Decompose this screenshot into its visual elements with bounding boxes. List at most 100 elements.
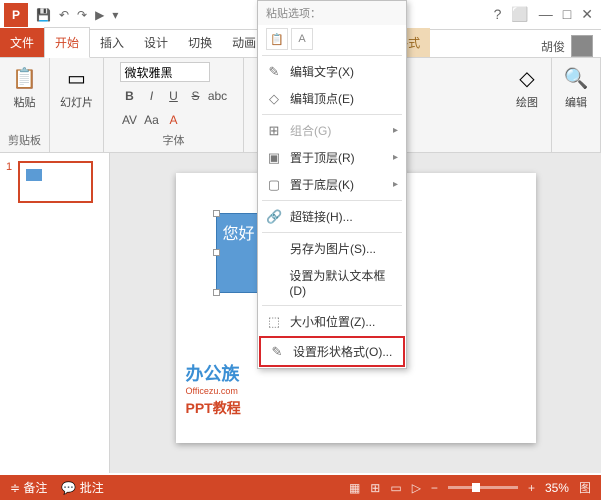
slideshow-icon[interactable]: ▶ xyxy=(95,8,104,22)
paste-button[interactable]: 📋 粘贴 xyxy=(9,62,41,112)
redo-icon[interactable]: ↷ xyxy=(77,8,87,22)
menu-group[interactable]: ⊞组合(G)▸ xyxy=(258,117,406,144)
zoom-in-button[interactable]: + xyxy=(528,481,535,495)
submenu-arrow-icon: ▸ xyxy=(393,152,398,163)
minimize-icon[interactable]: — xyxy=(539,6,553,23)
menu-size-position[interactable]: ⬚ 大小和位置(Z)... xyxy=(258,308,406,335)
display-options-icon[interactable]: ⬜ xyxy=(511,6,528,23)
menu-edit-points[interactable]: ◇ 编辑顶点(E) xyxy=(258,85,406,112)
tab-file[interactable]: 文件 xyxy=(0,28,44,57)
menu-label: 编辑顶点(E) xyxy=(290,90,354,107)
slide-number: 1 xyxy=(6,161,12,173)
slide-thumbnail[interactable]: 1 xyxy=(8,161,101,203)
submenu-arrow-icon: ▸ xyxy=(393,125,398,136)
group-slides: ▭ 幻灯片 xyxy=(50,58,104,152)
user-name: 胡俊 xyxy=(541,38,565,55)
draw-button[interactable]: ◇ 绘图 xyxy=(511,62,543,112)
reading-view-icon[interactable]: ▭ xyxy=(390,481,401,495)
user-area[interactable]: 胡俊 xyxy=(541,35,601,57)
group-font: 微软雅黑 B I U S abc AV Aa A 字体 xyxy=(104,58,244,152)
menu-bring-front[interactable]: ▣置于顶层(R)▸ xyxy=(258,144,406,171)
context-menu: 粘贴选项： 📋 A ✎编辑文字(X) ◇编辑顶点(E) ⊞组合(G)▸ ▣置于顶… xyxy=(257,0,407,369)
save-icon[interactable]: 💾 xyxy=(36,8,51,22)
zoom-out-button[interactable]: − xyxy=(431,481,438,495)
edit-points-icon: ◇ xyxy=(266,91,282,107)
window-controls: ? ⬜ — □ ✕ xyxy=(494,6,593,23)
send-back-icon: ▢ xyxy=(266,177,282,193)
watermark-line2: Officezu.com xyxy=(186,386,241,396)
context-header: 粘贴选项： xyxy=(258,1,406,25)
edit-label: 编辑 xyxy=(565,94,587,110)
thumbnail-pane[interactable]: 1 xyxy=(0,153,110,473)
shadow-button[interactable]: abc xyxy=(208,86,228,106)
menu-label: 另存为图片(S)... xyxy=(290,240,376,257)
resize-handle[interactable] xyxy=(213,210,220,217)
normal-view-icon[interactable]: ▦ xyxy=(349,481,360,495)
sorter-view-icon[interactable]: ⊞ xyxy=(370,481,380,495)
separator xyxy=(262,305,402,306)
comments-label: 批注 xyxy=(80,481,104,495)
bold-button[interactable]: B xyxy=(120,86,140,106)
link-icon: 🔗 xyxy=(266,209,282,225)
menu-save-picture[interactable]: 另存为图片(S)... xyxy=(258,235,406,262)
status-bar: ≑ 备注 💬 批注 ▦ ⊞ ▭ ▷ − + 35% 图 xyxy=(0,475,601,500)
help-icon[interactable]: ? xyxy=(494,6,502,23)
spacing-button[interactable]: AV xyxy=(120,110,140,130)
thumbnail-preview xyxy=(18,161,93,203)
paste-option-theme[interactable]: 📋 xyxy=(266,28,288,50)
menu-label: 编辑文字(X) xyxy=(290,63,354,80)
menu-label: 设置为默认文本框(D) xyxy=(289,267,398,298)
bring-front-icon: ▣ xyxy=(266,150,282,166)
separator xyxy=(262,55,402,56)
clipboard-icon: 📋 xyxy=(11,64,39,92)
italic-button[interactable]: I xyxy=(142,86,162,106)
close-icon[interactable]: ✕ xyxy=(581,6,593,23)
new-slide-label: 幻灯片 xyxy=(60,94,93,110)
paste-option-picture[interactable]: A xyxy=(291,28,313,50)
menu-format-shape[interactable]: ✎设置形状格式(O)... xyxy=(261,338,403,365)
tab-design[interactable]: 设计 xyxy=(134,28,178,57)
group-label: 字体 xyxy=(163,132,185,148)
zoom-level[interactable]: 35% xyxy=(545,481,569,495)
separator xyxy=(262,232,402,233)
comments-button[interactable]: 💬 批注 xyxy=(61,479,103,496)
resize-handle[interactable] xyxy=(213,249,220,256)
notes-button[interactable]: ≑ 备注 xyxy=(10,479,47,496)
menu-edit-text[interactable]: ✎编辑文字(X) xyxy=(258,58,406,85)
slide-icon: ▭ xyxy=(63,64,91,92)
find-icon: 🔍 xyxy=(562,64,590,92)
format-shape-icon: ✎ xyxy=(269,344,285,360)
watermark-line1: 办公族 xyxy=(186,360,241,386)
size-icon: ⬚ xyxy=(266,314,282,330)
resize-handle[interactable] xyxy=(213,289,220,296)
group-clipboard: 📋 粘贴 剪贴板 xyxy=(0,58,50,152)
menu-label: 组合(G) xyxy=(290,122,331,139)
shapes-icon: ◇ xyxy=(513,64,541,92)
new-slide-button[interactable]: ▭ 幻灯片 xyxy=(58,62,95,112)
avatar xyxy=(571,35,593,57)
case-button[interactable]: Aa xyxy=(142,110,162,130)
paste-options: 📋 A xyxy=(258,25,406,53)
tab-home[interactable]: 开始 xyxy=(44,27,90,58)
strike-button[interactable]: S xyxy=(186,86,206,106)
menu-hyperlink[interactable]: 🔗 超链接(H)... xyxy=(258,203,406,230)
undo-icon[interactable]: ↶ xyxy=(59,8,69,22)
fit-window-icon[interactable]: 图 xyxy=(579,479,591,496)
underline-button[interactable]: U xyxy=(164,86,184,106)
menu-send-back[interactable]: ▢置于底层(K)▸ xyxy=(258,171,406,198)
separator xyxy=(262,114,402,115)
tab-transition[interactable]: 切换 xyxy=(178,28,222,57)
draw-label: 绘图 xyxy=(516,94,538,110)
font-color-button[interactable]: A xyxy=(164,110,184,130)
font-name-select[interactable]: 微软雅黑 xyxy=(120,62,210,82)
menu-default-textbox[interactable]: 设置为默认文本框(D) xyxy=(258,262,406,303)
zoom-slider[interactable] xyxy=(448,486,518,489)
tab-insert[interactable]: 插入 xyxy=(90,28,134,57)
edit-button[interactable]: 🔍 编辑 xyxy=(560,62,592,112)
menu-label: 超链接(H)... xyxy=(290,208,353,225)
maximize-icon[interactable]: □ xyxy=(563,6,571,23)
slideshow-view-icon[interactable]: ▷ xyxy=(412,481,421,495)
watermark: 办公族 Officezu.com PPT教程 xyxy=(186,360,241,418)
menu-label: 大小和位置(Z)... xyxy=(290,313,375,330)
highlighted-item: ✎设置形状格式(O)... xyxy=(259,336,405,367)
